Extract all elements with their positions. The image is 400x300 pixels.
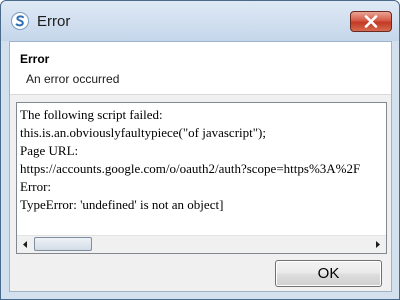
title-bar[interactable]: Error xyxy=(1,1,399,41)
window-title: Error xyxy=(37,13,71,30)
scroll-right-button[interactable] xyxy=(369,236,386,253)
error-dialog-window: Error Error An error occurred The follow… xyxy=(0,0,400,300)
dialog-content: Error An error occurred The following sc… xyxy=(9,41,392,292)
close-icon xyxy=(364,15,378,28)
close-button[interactable] xyxy=(350,11,392,32)
horizontal-scrollbar[interactable] xyxy=(17,235,386,253)
error-message: An error occurred xyxy=(26,72,120,86)
message-header: Error An error occurred xyxy=(10,42,391,95)
arrow-right-icon xyxy=(376,241,380,248)
arrow-left-icon xyxy=(23,241,27,248)
ok-button[interactable]: OK xyxy=(275,260,382,287)
error-details-box[interactable]: The following script failed: this.is.an.… xyxy=(16,102,387,254)
scroll-left-button[interactable] xyxy=(17,236,34,253)
app-logo-icon xyxy=(11,12,29,30)
error-heading: Error xyxy=(20,52,50,66)
error-details-text[interactable]: The following script failed: this.is.an.… xyxy=(20,106,360,214)
scrollbar-thumb[interactable] xyxy=(34,237,92,251)
